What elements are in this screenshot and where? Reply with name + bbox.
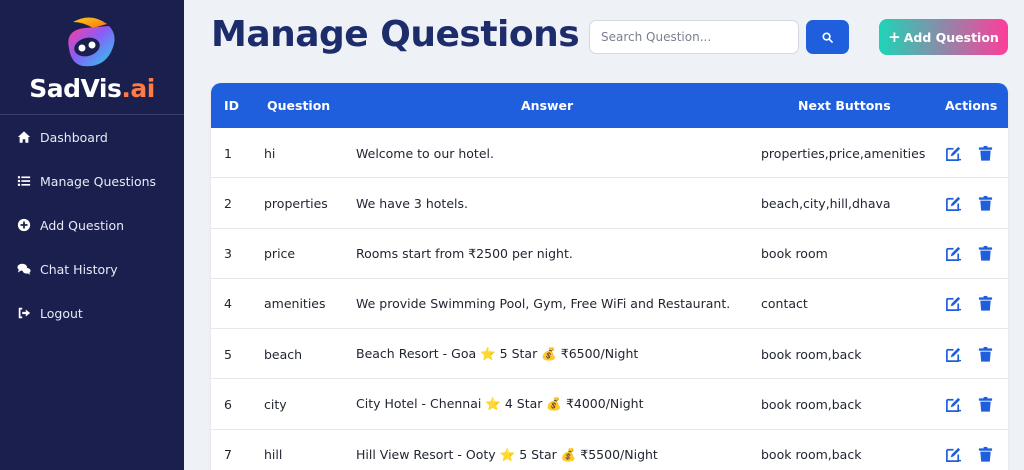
- edit-icon[interactable]: [944, 446, 962, 464]
- sidebar: SadVis.ai Dashboard Manage Questions Add…: [0, 0, 184, 470]
- cell-actions: [944, 329, 1008, 379]
- sidebar-nav: Dashboard Manage Questions Add Question …: [0, 115, 184, 335]
- edit-icon[interactable]: [944, 144, 962, 162]
- table-body: 1 hi Welcome to our hotel. properties,price…: [211, 128, 1008, 470]
- home-icon: [16, 129, 32, 145]
- search-icon: [822, 31, 833, 43]
- cell-actions: [944, 229, 1008, 279]
- column-header-actions: Actions: [945, 98, 998, 113]
- delete-icon[interactable]: [976, 194, 994, 212]
- cell-question: hill: [264, 447, 283, 463]
- table-row: 3 price Rooms start from ₹2500 per night. b…: [211, 229, 1008, 279]
- table-row: 2 properties We have 3 hotels. beach,city,h…: [211, 178, 1008, 229]
- questions-table: ID Question Answer Next Buttons Actions …: [211, 83, 1008, 470]
- sidebar-item-label: Chat History: [40, 261, 118, 277]
- sidebar-item-manage-questions[interactable]: Manage Questions: [0, 159, 184, 203]
- cell-question: city: [264, 396, 287, 412]
- cell-actions: [944, 178, 1008, 228]
- chat-icon: [16, 261, 32, 277]
- cell-id: 7: [224, 447, 232, 463]
- cell-question: beach: [264, 346, 303, 362]
- add-question-button[interactable]: + Add Question: [879, 19, 1008, 55]
- cell-question: properties: [264, 195, 328, 211]
- column-header-question: Question: [267, 98, 331, 113]
- cell-question: amenities: [264, 296, 326, 312]
- cell-id: 4: [224, 296, 232, 312]
- cell-next-buttons: book room,back: [761, 346, 862, 362]
- cell-answer: Welcome to our hotel.: [356, 145, 494, 161]
- brand-name: SadVis.ai: [0, 74, 184, 103]
- cell-answer: City Hotel - Chennai ⭐ 4 Star 💰 ₹4000/Ni…: [356, 396, 644, 412]
- cell-answer: Hill View Resort - Ooty ⭐ 5 Star 💰 ₹5500…: [356, 446, 658, 462]
- cell-actions: [944, 379, 1008, 429]
- cell-question: price: [264, 246, 296, 262]
- cell-answer: Rooms start from ₹2500 per night.: [356, 246, 573, 262]
- cell-answer: We provide Swimming Pool, Gym, Free WiFi…: [356, 296, 731, 312]
- brand-name-suffix: .ai: [121, 74, 155, 103]
- delete-icon[interactable]: [976, 446, 994, 464]
- cell-actions: [944, 128, 1008, 178]
- search-input[interactable]: [589, 20, 799, 54]
- search-button[interactable]: [806, 20, 849, 54]
- sidebar-item-dashboard[interactable]: Dashboard: [0, 115, 184, 159]
- sidebar-item-label: Manage Questions: [40, 173, 157, 189]
- brand-logo[interactable]: SadVis.ai: [0, 0, 184, 115]
- delete-icon[interactable]: [976, 295, 994, 313]
- cell-actions: [944, 279, 1008, 329]
- table-row: 5 beach Beach Resort - Goa ⭐ 5 Star 💰 ₹650…: [211, 329, 1008, 380]
- add-question-label: Add Question: [903, 29, 999, 45]
- cell-next-buttons: beach,city,hill,dhava: [761, 195, 891, 211]
- cell-answer: Beach Resort - Goa ⭐ 5 Star 💰 ₹6500/Nigh…: [356, 346, 639, 362]
- cell-next-buttons: book room,back: [761, 396, 862, 412]
- sidebar-item-label: Dashboard: [40, 129, 108, 145]
- delete-icon[interactable]: [976, 395, 994, 413]
- list-icon: [16, 173, 32, 189]
- cell-answer: We have 3 hotels.: [356, 195, 468, 211]
- delete-icon[interactable]: [976, 144, 994, 162]
- logo-icon: [68, 17, 115, 67]
- edit-icon[interactable]: [944, 345, 962, 363]
- cell-next-buttons: book room,back: [761, 447, 862, 463]
- main-content: Manage Questions + Add Question ID Quest…: [184, 0, 1024, 470]
- delete-icon[interactable]: [976, 245, 994, 263]
- table-row: 4 amenities We provide Swimming Pool, Gym,…: [211, 279, 1008, 330]
- sidebar-item-logout[interactable]: Logout: [0, 291, 184, 335]
- sidebar-item-add-question[interactable]: Add Question: [0, 203, 184, 247]
- plus-icon: +: [888, 28, 901, 46]
- cell-id: 5: [224, 346, 232, 362]
- table-row: 1 hi Welcome to our hotel. properties,price…: [211, 128, 1008, 179]
- edit-icon[interactable]: [944, 395, 962, 413]
- delete-icon[interactable]: [976, 345, 994, 363]
- cell-next-buttons: properties,price,amenities: [761, 145, 926, 161]
- cell-id: 2: [224, 195, 232, 211]
- cell-actions: [944, 430, 1008, 470]
- logout-icon: [16, 305, 32, 321]
- cell-next-buttons: contact: [761, 296, 808, 312]
- sidebar-item-chat-history[interactable]: Chat History: [0, 247, 184, 291]
- brand-name-main: SadVis: [29, 74, 122, 103]
- cell-id: 3: [224, 246, 232, 262]
- plus-circle-icon: [16, 217, 32, 233]
- column-header-id: ID: [224, 98, 240, 113]
- sidebar-item-label: Logout: [40, 305, 83, 321]
- cell-id: 1: [224, 145, 232, 161]
- edit-icon[interactable]: [944, 295, 962, 313]
- column-header-answer: Answer: [521, 98, 574, 113]
- table-header: ID Question Answer Next Buttons Actions: [211, 83, 1008, 128]
- table-row: 7 hill Hill View Resort - Ooty ⭐ 5 Star 💰 …: [211, 430, 1008, 470]
- cell-next-buttons: book room: [761, 246, 828, 262]
- column-header-next-buttons: Next Buttons: [798, 98, 891, 113]
- page-title: Manage Questions: [211, 14, 580, 55]
- edit-icon[interactable]: [944, 245, 962, 263]
- sidebar-item-label: Add Question: [40, 217, 125, 233]
- cell-id: 6: [224, 396, 232, 412]
- cell-question: hi: [264, 145, 276, 161]
- table-row: 6 city City Hotel - Chennai ⭐ 4 Star 💰 ₹40…: [211, 379, 1008, 430]
- edit-icon[interactable]: [944, 194, 962, 212]
